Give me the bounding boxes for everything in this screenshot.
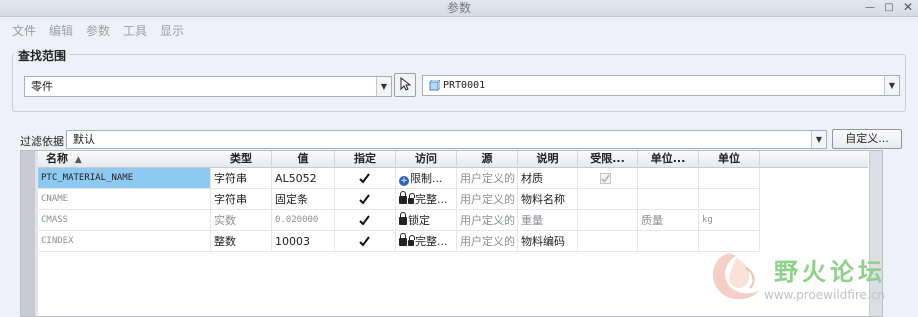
lock-icon — [408, 235, 415, 246]
menu-tools[interactable]: 工具 — [123, 22, 147, 39]
row-source-cell: 用户定义的 — [457, 210, 518, 231]
row-access-label: 锁定 — [408, 214, 430, 227]
scope-group-title: 查找范围 — [14, 47, 71, 64]
row-restricted-cell — [578, 168, 638, 189]
row-unit-quantity-cell — [638, 189, 699, 210]
column-header-access[interactable]: 访问 — [396, 151, 457, 168]
column-header-type[interactable]: 类型 — [211, 151, 272, 168]
flame-logo-icon — [712, 253, 760, 300]
lock-icon — [399, 191, 407, 204]
watermark-url: www.proewildfire.cn — [764, 288, 885, 302]
row-restricted-cell — [578, 189, 638, 210]
row-access-label: 完整... — [415, 193, 448, 206]
column-header-source[interactable]: 源 — [457, 151, 518, 168]
row-type-cell: 实数 — [211, 210, 272, 231]
lock-icon — [399, 233, 407, 246]
designate-checkbox[interactable] — [359, 173, 370, 184]
restricted-checkbox — [600, 173, 611, 184]
chevron-down-icon[interactable]: ▼ — [811, 131, 826, 148]
minimize-icon[interactable]: — — [864, 2, 876, 13]
close-icon[interactable]: ✕ — [902, 1, 914, 13]
part-icon — [429, 80, 440, 91]
row-restricted-cell — [578, 210, 638, 231]
row-access-label: 限制... — [410, 172, 443, 185]
row-value-cell[interactable]: 10003 — [272, 231, 335, 252]
row-access-label: 完整... — [415, 235, 448, 248]
row-access-cell[interactable]: + 限制... — [396, 168, 457, 189]
row-unit-quantity-cell — [638, 168, 699, 189]
row-designate-cell — [335, 189, 396, 210]
filter-value: 默认 — [73, 133, 95, 146]
row-name-cell[interactable]: PTC_MATERIAL_NAME — [38, 168, 211, 189]
menu-display[interactable]: 显示 — [160, 22, 184, 39]
column-header-name-label: 名称 — [46, 152, 68, 165]
row-name-cell[interactable]: CNAME — [38, 189, 211, 210]
row-source-cell: 用户定义的 — [457, 189, 518, 210]
column-header-value[interactable]: 值 — [272, 151, 335, 168]
designate-checkbox[interactable] — [359, 236, 370, 247]
row-name-cell[interactable]: CINDEX — [38, 231, 211, 252]
row-type-cell: 字符串 — [211, 168, 272, 189]
menu-file[interactable]: 文件 — [12, 22, 36, 39]
select-object-button[interactable] — [394, 73, 416, 97]
scope-type-select[interactable]: 零件 ▼ — [24, 76, 392, 97]
row-unit-quantity-cell: 质量 — [638, 210, 699, 231]
add-circle-icon: + — [399, 176, 409, 186]
row-name-cell[interactable]: CMASS — [38, 210, 211, 231]
watermark-logo: 野火论坛 www.proewildfire.cn — [706, 246, 906, 306]
customize-button[interactable]: 自定义... — [832, 129, 902, 149]
designate-checkbox[interactable] — [359, 215, 370, 226]
menu-bar: 文件 编辑 参数 工具 显示 — [0, 17, 918, 43]
sort-ascending-icon[interactable]: ▲ — [75, 155, 82, 165]
column-header-restricted[interactable]: 受限... — [578, 151, 638, 168]
column-header-unit[interactable]: 单位 — [699, 151, 760, 168]
row-source-cell: 用户定义的 — [457, 231, 518, 252]
row-value-cell: 0.020000 — [272, 210, 335, 231]
maximize-icon[interactable]: □ — [883, 2, 895, 13]
row-designate-cell — [335, 210, 396, 231]
scope-object-select[interactable]: PRT0001 ▼ — [422, 75, 900, 96]
scope-type-value: 零件 — [31, 80, 53, 93]
filter-label: 过滤依据 — [20, 135, 64, 148]
row-header-column — [21, 151, 35, 316]
column-header-description[interactable]: 说明 — [518, 151, 578, 168]
row-restricted-cell — [578, 231, 638, 252]
row-unit-cell — [699, 168, 760, 189]
row-unit-cell: kg — [699, 210, 760, 231]
menu-parameters[interactable]: 参数 — [86, 22, 110, 39]
row-value-cell[interactable]: 固定条 — [272, 189, 335, 210]
row-unit-cell — [699, 189, 760, 210]
column-header-filler — [760, 151, 868, 168]
window-title: 参数 — [446, 1, 471, 15]
row-description-cell[interactable]: 物料名称 — [518, 189, 578, 210]
row-designate-cell — [335, 168, 396, 189]
row-type-cell: 整数 — [211, 231, 272, 252]
row-unit-quantity-cell — [638, 231, 699, 252]
designate-checkbox[interactable] — [359, 194, 370, 205]
column-header-designate[interactable]: 指定 — [335, 151, 396, 168]
row-designate-cell — [335, 231, 396, 252]
column-header-unit-quantity[interactable]: 单位... — [638, 151, 699, 168]
row-source-cell: 用户定义的 — [457, 168, 518, 189]
watermark-title: 野火论坛 — [774, 258, 886, 286]
column-header-name[interactable]: 名称 ▲ — [38, 151, 212, 168]
menu-edit[interactable]: 编辑 — [49, 22, 73, 39]
row-access-cell[interactable]: 完整... — [396, 189, 457, 210]
row-value-cell[interactable]: AL5052 — [272, 168, 335, 189]
row-description-cell[interactable]: 物料编码 — [518, 231, 578, 252]
row-description-cell: 重量 — [518, 210, 578, 231]
cursor-arrow-icon — [400, 76, 411, 91]
filter-select[interactable]: 默认 ▼ — [66, 130, 827, 149]
scope-object-value: PRT0001 — [443, 80, 486, 91]
row-access-cell[interactable]: 完整... — [396, 231, 457, 252]
title-bar: 参数 — □ ✕ — [0, 0, 918, 17]
row-access-cell[interactable]: 锁定 — [396, 210, 457, 231]
lock-icon — [399, 212, 407, 225]
row-type-cell: 字符串 — [211, 189, 272, 210]
chevron-down-icon[interactable]: ▼ — [376, 77, 391, 96]
row-description-cell[interactable]: 材质 — [518, 168, 578, 189]
lock-icon — [408, 193, 415, 204]
chevron-down-icon[interactable]: ▼ — [884, 76, 899, 95]
